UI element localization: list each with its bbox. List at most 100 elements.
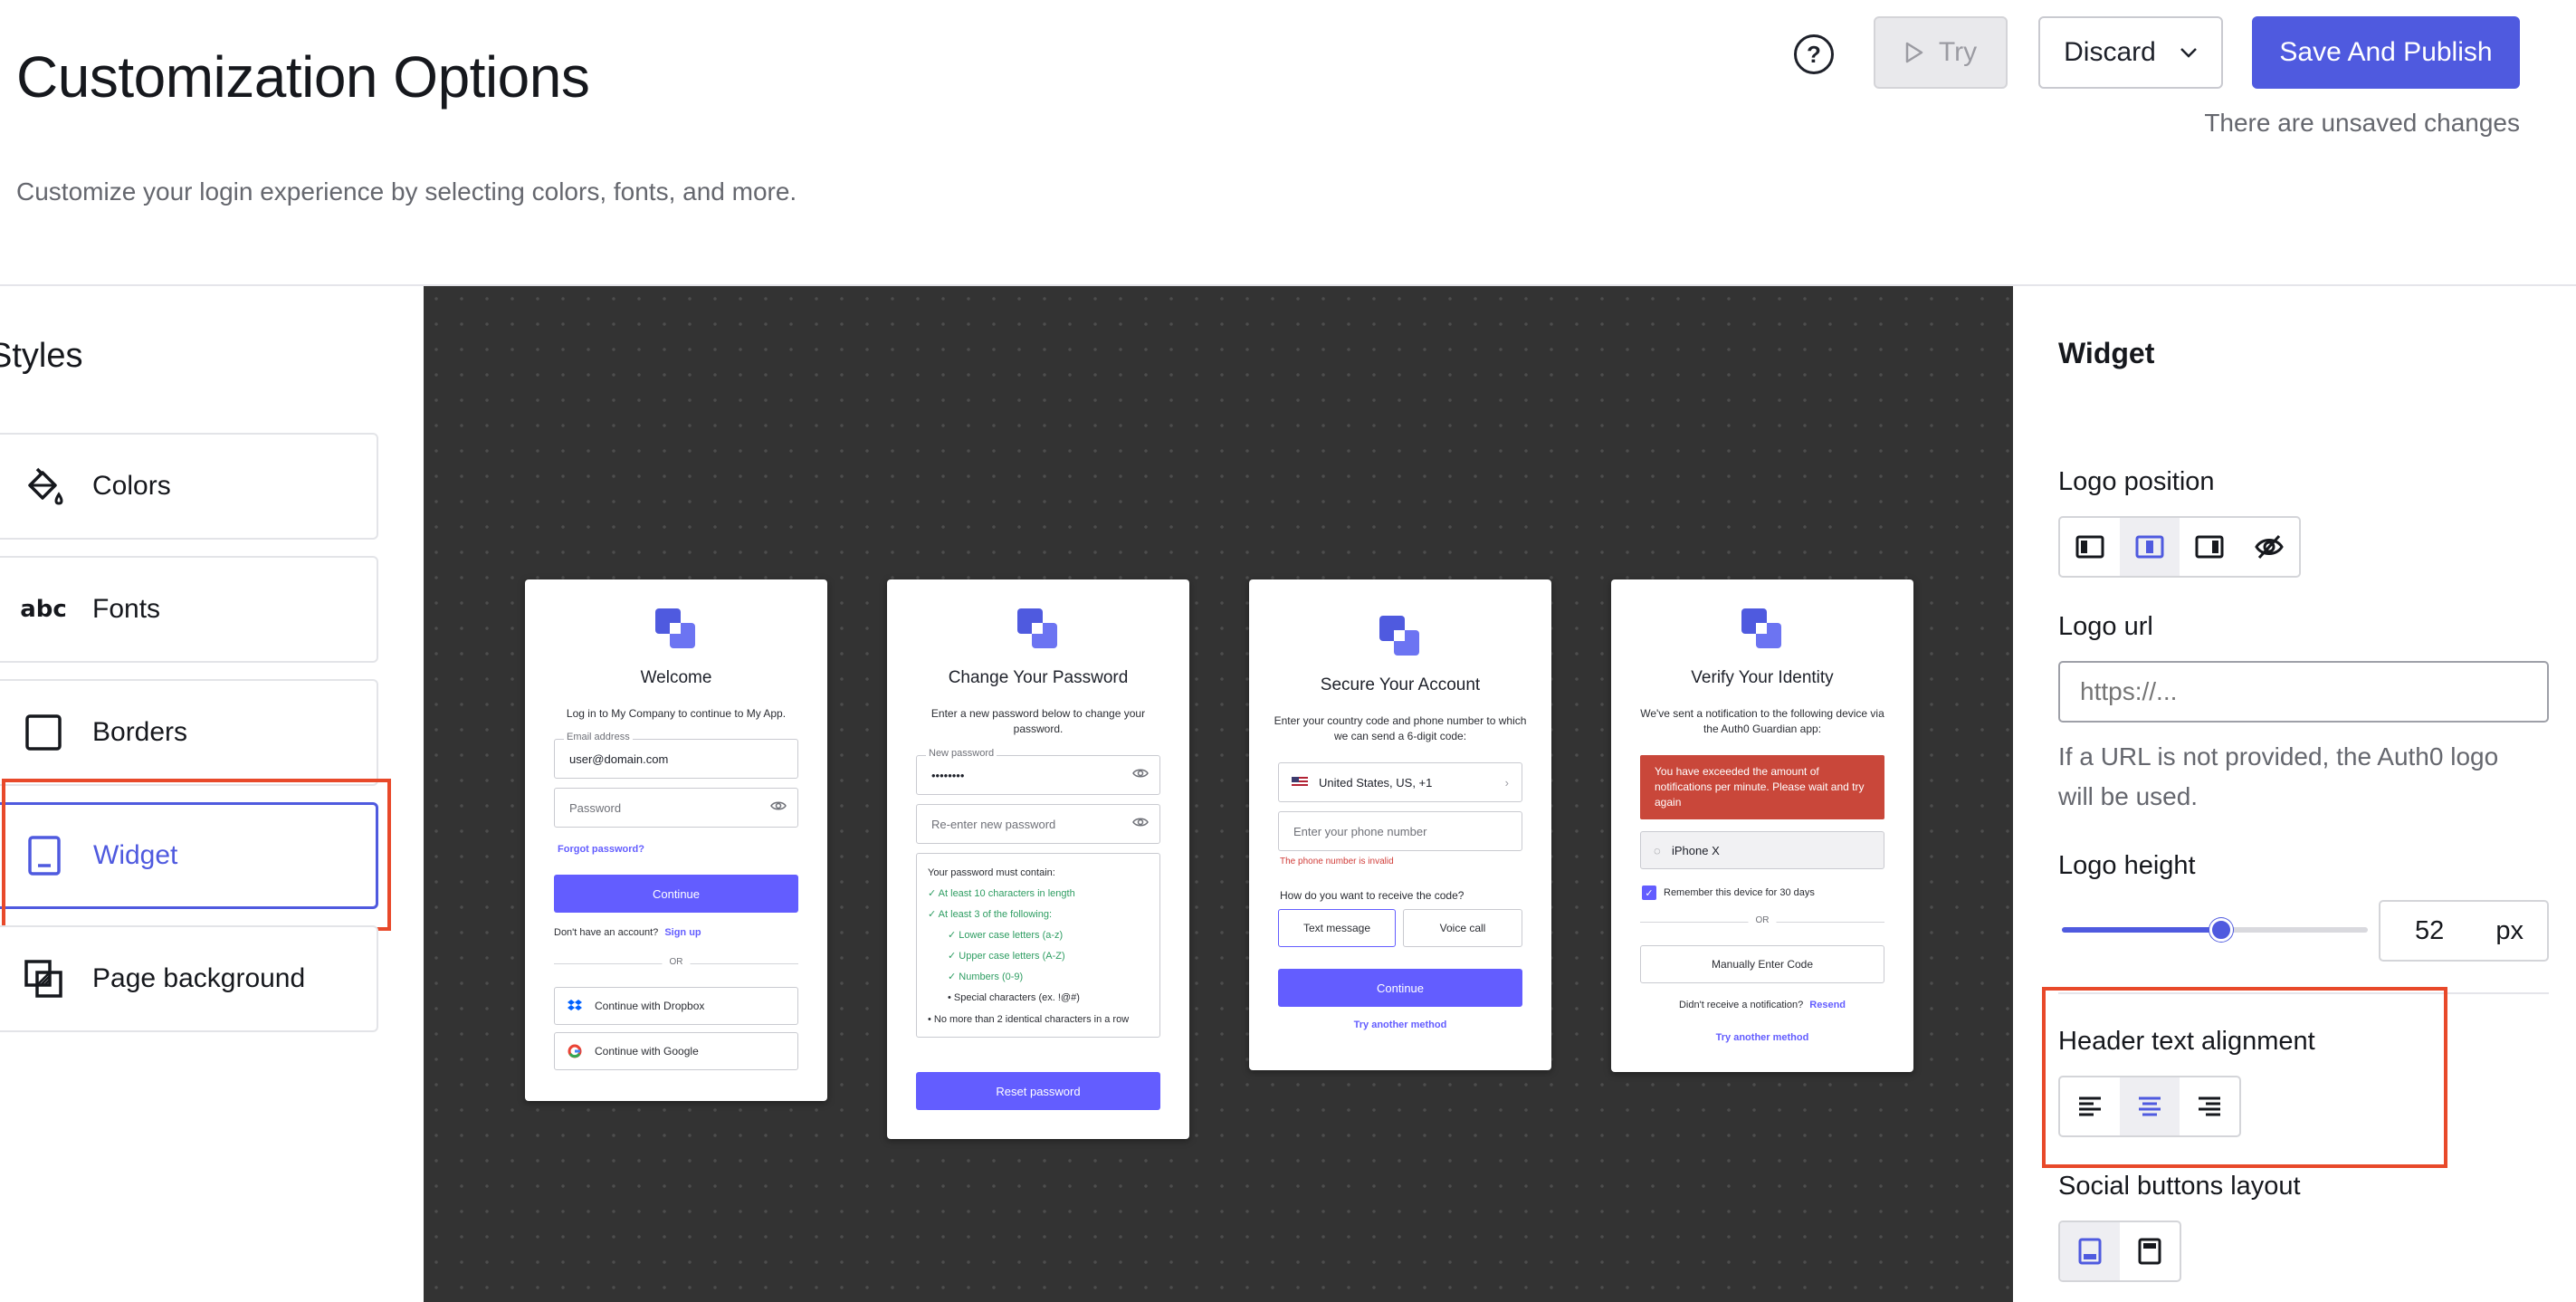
help-button[interactable]: ? (1794, 34, 1834, 74)
question-circle-icon: ? (1807, 40, 1821, 68)
or-text: OR (662, 957, 691, 967)
device-name: iPhone X (1672, 843, 1720, 857)
logo-position-center[interactable] (2120, 518, 2180, 576)
dropbox-icon (568, 1000, 582, 1010)
social-layout-top[interactable] (2120, 1222, 2180, 1280)
style-item-fonts[interactable]: abc Fonts (0, 556, 378, 663)
logo-position-left[interactable] (2060, 518, 2120, 576)
discard-label: Discard (2064, 37, 2156, 67)
password-placeholder: Password (569, 800, 622, 815)
password-field[interactable]: Password (554, 788, 798, 828)
social-layout-bottom[interactable] (2060, 1222, 2120, 1280)
phone-input[interactable]: Enter your phone number (1278, 811, 1522, 851)
or-divider: OR (1640, 915, 1884, 925)
style-item-label: Borders (92, 717, 188, 747)
change-password-preview-card: Change Your Password Enter a new passwor… (887, 579, 1189, 1139)
text-message-option[interactable]: Text message (1278, 909, 1396, 947)
dropbox-label: Continue with Dropbox (595, 1000, 705, 1012)
eye-icon[interactable] (1132, 767, 1149, 780)
logo-position-label: Logo position (2058, 467, 2215, 496)
google-button[interactable]: Continue with Google (554, 1032, 798, 1070)
new-password-field[interactable]: New password •••••••• (916, 748, 1160, 795)
reset-password-button[interactable]: Reset password (916, 1072, 1160, 1110)
try-another-method-link[interactable]: Try another method (1611, 1032, 1913, 1043)
chevron-right-icon: › (1504, 775, 1509, 790)
requirement-item: ✓ At least 3 of the following: (928, 909, 1053, 920)
logo-height-slider[interactable] (2062, 918, 2368, 942)
social-layout-label: Social buttons layout (2058, 1172, 2301, 1201)
email-field[interactable]: Email address user@domain.com (554, 732, 798, 779)
country-select[interactable]: United States, US, +1 › (1278, 762, 1522, 802)
phone-error-text: The phone number is invalid (1280, 857, 1394, 866)
save-and-publish-button[interactable]: Save And Publish (2252, 16, 2520, 89)
square-icon (22, 711, 65, 754)
slider-thumb[interactable] (2209, 918, 2233, 942)
layout-bottom-icon (2078, 1238, 2102, 1265)
country-value: United States, US, +1 (1319, 775, 1433, 790)
check-icon: ✓ (948, 972, 959, 982)
card-description: Enter your country code and phone number… (1274, 714, 1527, 742)
checkbox-checked-icon: ✓ (1642, 886, 1656, 900)
phone-placeholder: Enter your phone number (1293, 824, 1427, 838)
dropbox-button[interactable]: Continue with Dropbox (554, 987, 798, 1025)
discard-dropdown[interactable]: Discard (2038, 16, 2223, 89)
card-title: Secure Your Account (1320, 675, 1481, 694)
requirement-item: • Special characters (ex. !@#) (948, 992, 1080, 1003)
eye-icon[interactable] (770, 799, 787, 812)
logo-position-right[interactable] (2180, 518, 2239, 576)
logo-position-hidden[interactable] (2239, 518, 2299, 576)
us-flag-icon (1292, 777, 1308, 788)
logo-url-input[interactable] (2058, 661, 2549, 723)
requirement-item: ✓ Lower case letters (a-z) (948, 930, 1064, 941)
alignment-highlight-frame (2042, 987, 2447, 1168)
style-item-label: Fonts (92, 594, 161, 624)
card-title: Welcome (640, 668, 712, 687)
align-left-panel-icon (2075, 535, 2104, 559)
try-button[interactable]: Try (1874, 16, 2008, 89)
or-text: OR (1748, 915, 1777, 925)
style-item-label: Page background (92, 963, 306, 993)
signup-link[interactable]: Sign up (664, 927, 701, 938)
eye-off-icon (2255, 534, 2284, 560)
card-description: Enter a new password below to change you… (930, 707, 1146, 735)
device-field: ◌ iPhone X (1640, 831, 1884, 869)
resend-link[interactable]: Resend (1809, 1000, 1846, 1010)
bullet-icon: • (928, 1014, 934, 1025)
try-label: Try (1938, 37, 1978, 67)
style-item-page-background[interactable]: Page background (0, 925, 378, 1032)
continue-button[interactable]: Continue (1278, 969, 1522, 1007)
manual-code-button[interactable]: Manually Enter Code (1640, 945, 1884, 983)
logo-height-value: 52 (2415, 915, 2445, 945)
logo-height-unit: px (2495, 915, 2524, 945)
remember-label: Remember this device for 30 days (1664, 887, 1815, 898)
continue-button[interactable]: Continue (554, 875, 798, 913)
reenter-placeholder: Re-enter new password (931, 817, 1056, 831)
paint-bucket-icon (22, 464, 65, 508)
auth0-logo (1741, 608, 1783, 650)
reenter-password-field[interactable]: Re-enter new password (916, 804, 1160, 844)
rate-limit-error: You have exceeded the amount of notifica… (1640, 755, 1884, 819)
eye-icon[interactable] (1132, 816, 1149, 828)
receive-question: How do you want to receive the code? (1280, 889, 1465, 902)
align-right-panel-icon (2195, 535, 2224, 559)
voice-call-option[interactable]: Voice call (1403, 909, 1522, 947)
style-item-label: Colors (92, 471, 171, 501)
logo-height-input[interactable]: 52 px (2379, 900, 2549, 962)
card-description: We've sent a notification to the followi… (1640, 707, 1884, 735)
not-received-text: Didn't receive a notification? (1678, 1000, 1804, 1010)
try-another-method-link[interactable]: Try another method (1249, 1020, 1551, 1030)
remember-device-checkbox[interactable]: ✓ Remember this device for 30 days (1642, 886, 1815, 900)
check-icon: ✓ (928, 888, 939, 899)
new-password-value: •••••••• (931, 768, 965, 782)
google-icon (568, 1044, 582, 1058)
style-item-colors[interactable]: Colors (0, 433, 378, 540)
password-requirements: Your password must contain: ✓ At least 1… (916, 853, 1160, 1038)
forgot-password-link[interactable]: Forgot password? (558, 844, 644, 855)
card-title: Verify Your Identity (1691, 668, 1834, 687)
layers-icon (22, 957, 65, 1000)
requirement-item: • No more than 2 identical characters in… (928, 1014, 1130, 1025)
no-account-text: Don't have an account? (554, 927, 659, 938)
resend-row: Didn't receive a notification? Resend (1611, 1000, 1913, 1010)
style-item-borders[interactable]: Borders (0, 679, 378, 786)
auth0-logo (1017, 608, 1059, 650)
